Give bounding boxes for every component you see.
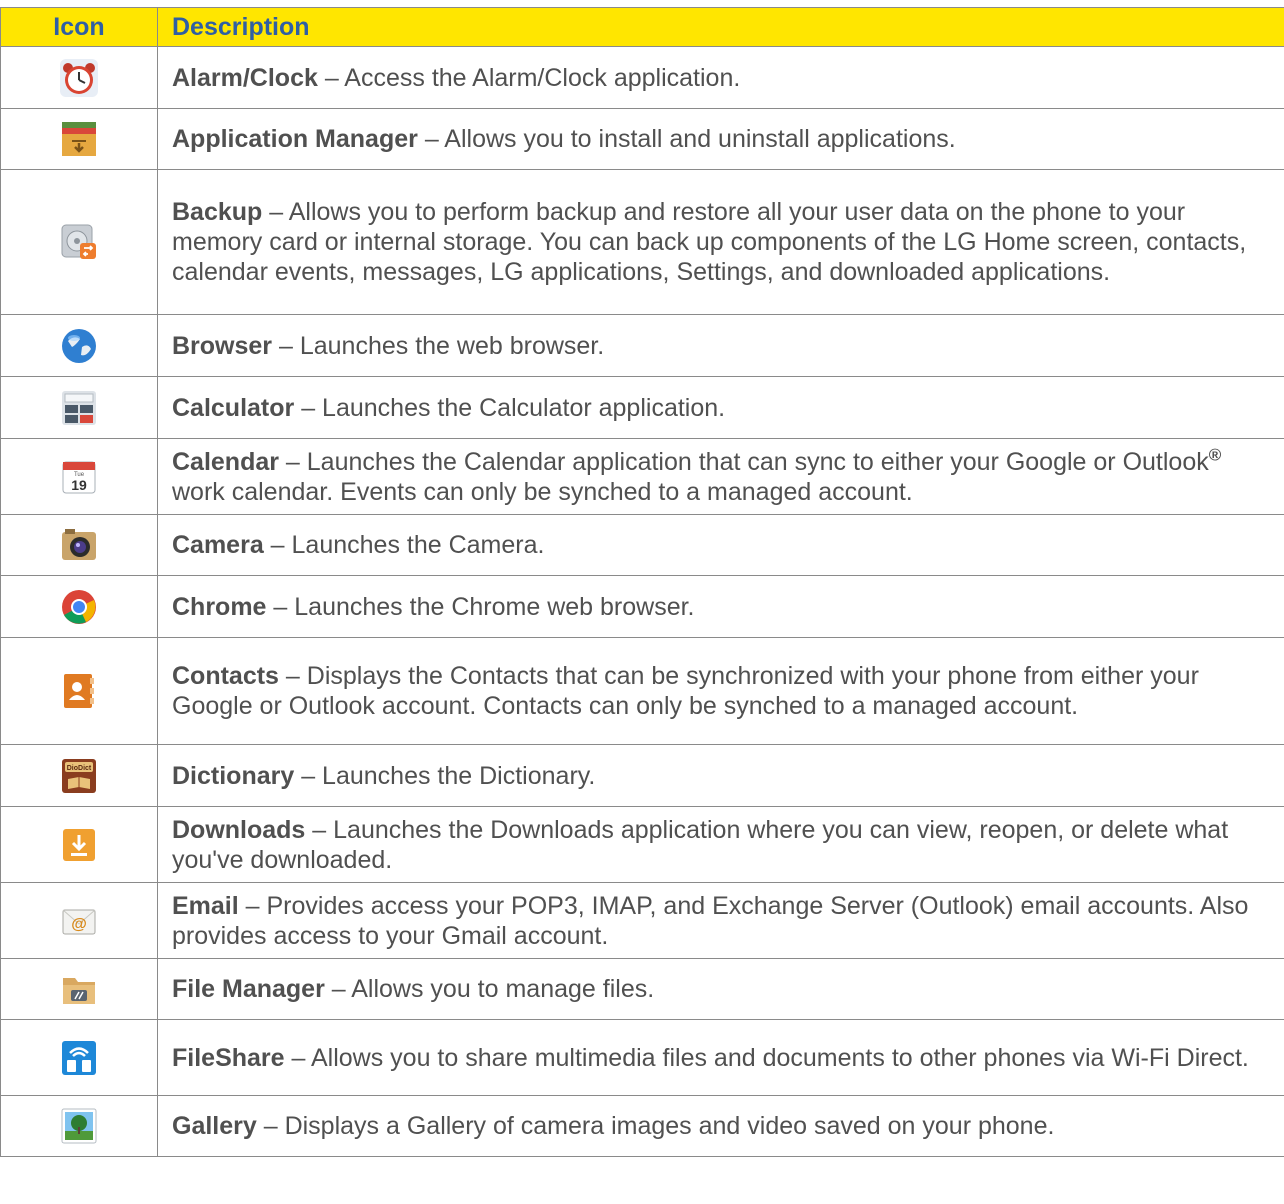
backup-icon [60,223,98,261]
row-description: File Manager – Allows you to manage file… [158,959,1284,1020]
row-description: Gallery – Displays a Gallery of camera i… [158,1096,1284,1157]
row-description: Application Manager – Allows you to inst… [158,109,1284,170]
row-description: Backup – Allows you to perform backup an… [158,170,1284,315]
table-row: File Manager – Allows you to manage file… [1,959,1284,1020]
row-description: Chrome – Launches the Chrome web browser… [158,576,1284,638]
table-row: Application Manager – Allows you to inst… [1,109,1284,170]
browser-icon [60,327,98,365]
file-manager-icon [60,970,98,1008]
table-row: Calculator – Launches the Calculator app… [1,377,1284,439]
row-description: Contacts – Displays the Contacts that ca… [158,638,1284,745]
table-row: DioDict Dictionary – Launches the Dictio… [1,745,1284,807]
icon-column-header: Icon [1,8,158,47]
table-row: Tue 19 Calendar – Launches the Calendar … [1,439,1284,515]
contacts-icon [60,672,98,710]
calendar-icon: Tue 19 [60,458,98,496]
downloads-icon [60,826,98,864]
table-row: Browser – Launches the web browser. [1,315,1284,377]
row-description: Email – Provides access your POP3, IMAP,… [158,883,1284,959]
row-description: Alarm/Clock – Access the Alarm/Clock app… [158,47,1284,109]
table-row: Gallery – Displays a Gallery of camera i… [1,1096,1284,1157]
table-row: Contacts – Displays the Contacts that ca… [1,638,1284,745]
row-description: Calculator – Launches the Calculator app… [158,377,1284,439]
alarm-clock-icon [60,59,98,97]
table-row: Alarm/Clock – Access the Alarm/Clock app… [1,47,1284,109]
icon-description-table: Icon Description Alarm/Clock – Access th… [0,7,1284,1157]
svg-text:19: 19 [71,477,87,493]
row-description: Dictionary – Launches the Dictionary. [158,745,1284,807]
table-row: Camera – Launches the Camera. [1,515,1284,576]
row-description: FileShare – Allows you to share multimed… [158,1020,1284,1096]
gallery-icon [60,1107,98,1145]
email-icon: @ [60,902,98,940]
row-description: Browser – Launches the web browser. [158,315,1284,377]
row-description: Camera – Launches the Camera. [158,515,1284,576]
table-row: @ Email – Provides access your POP3, IMA… [1,883,1284,959]
table-row: FileShare – Allows you to share multimed… [1,1020,1284,1096]
calculator-icon [60,389,98,427]
camera-icon [60,526,98,564]
table-row: Backup – Allows you to perform backup an… [1,170,1284,315]
table-row: Chrome – Launches the Chrome web browser… [1,576,1284,638]
dictionary-icon: DioDict [60,757,98,795]
application-manager-icon [60,120,98,158]
description-column-header: Description [158,8,1284,47]
svg-text:@: @ [71,916,87,933]
row-description: Calendar – Launches the Calendar applica… [158,439,1284,515]
chrome-icon [60,588,98,626]
table-header-row: Icon Description [1,8,1284,47]
row-description: Downloads – Launches the Downloads appli… [158,807,1284,883]
fileshare-icon [60,1039,98,1077]
table-row: Downloads – Launches the Downloads appli… [1,807,1284,883]
svg-text:DioDict: DioDict [67,765,92,772]
